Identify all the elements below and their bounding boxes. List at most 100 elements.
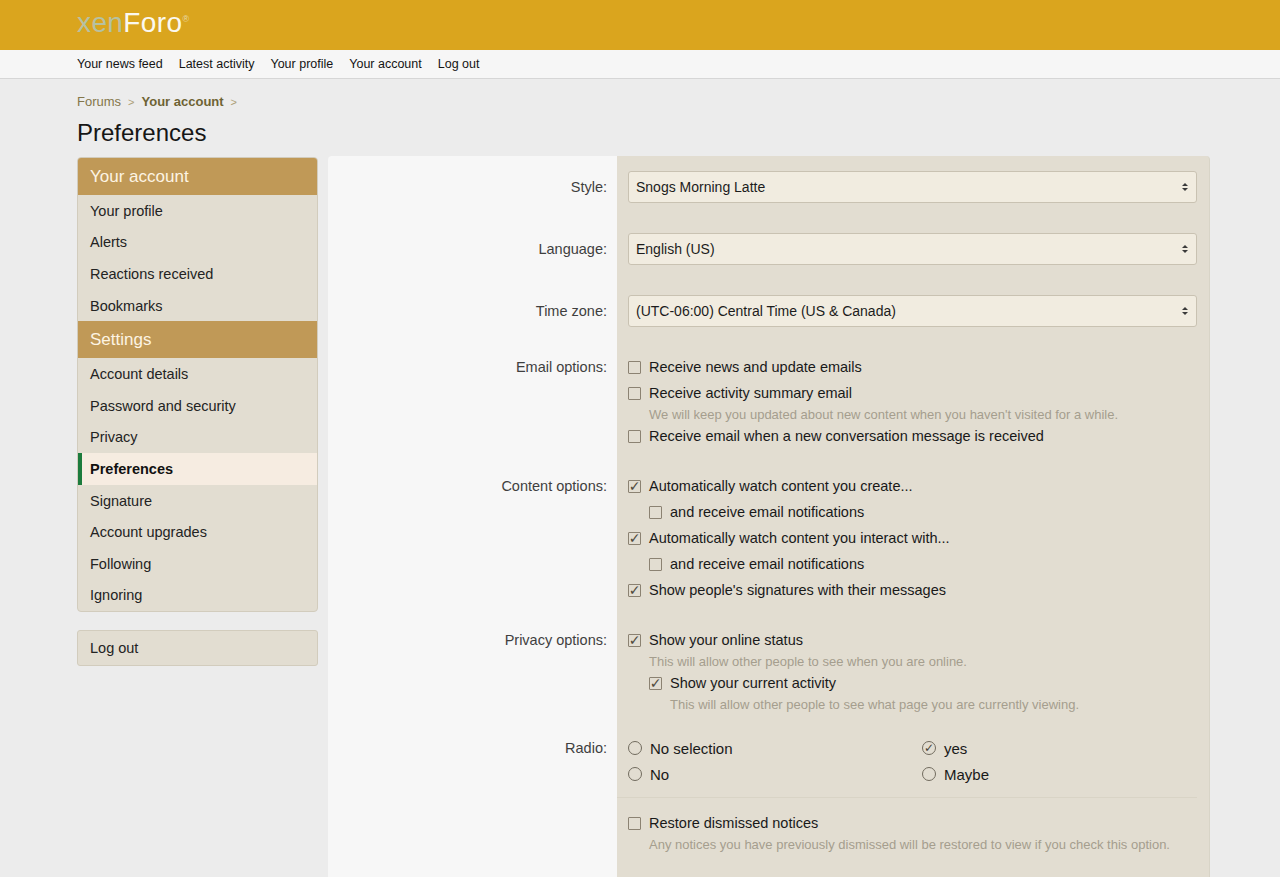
checkbox-label: Receive news and update emails (649, 359, 862, 375)
sidebar-item-password-and-security[interactable]: Password and security (78, 390, 317, 422)
sidebar-item-account-details[interactable]: Account details (78, 358, 317, 390)
field-label-privacy-options: Privacy options: (328, 615, 617, 725)
checkbox-unchecked[interactable] (628, 430, 641, 443)
breadcrumb-link-forums[interactable]: Forums (77, 94, 121, 109)
nav-item-log-out[interactable]: Log out (438, 57, 480, 71)
breadcrumb-link-your-account[interactable]: Your account (142, 94, 224, 109)
sidebar-item-ignoring[interactable]: Ignoring (78, 580, 317, 612)
field-label-email-options: Email options: (328, 342, 617, 461)
row-content: No selection No ✓ yes Maybe (617, 725, 1209, 797)
checkbox-row-and-receive-email-notifications: and receive email notifications (649, 499, 1197, 525)
checkbox-row-show-people-s-signatures-with-their-messages: ✓Show people's signatures with their mes… (628, 577, 1197, 603)
nav-item-your-news-feed[interactable]: Your news feed (77, 57, 163, 71)
form-row-content-options: Content options: ✓ Automatically watch con… (328, 461, 1209, 615)
sidebar-item-reactions-received[interactable]: Reactions received (78, 258, 317, 290)
checkbox-label: and receive email notifications (670, 556, 864, 572)
time-zone-select[interactable]: (UTC-06:00) Central Time (US & Canada) (628, 295, 1197, 327)
radio-unselected[interactable] (628, 767, 642, 781)
form-row-style: Style:Snogs Morning Latte (328, 156, 1209, 218)
sidebar-item-preferences[interactable]: Preferences (78, 453, 317, 485)
checkbox-row-restore-dismissed-notices: Restore dismissed notices (628, 810, 1197, 836)
checkbox-unchecked[interactable] (628, 817, 641, 830)
language-select[interactable]: English (US) (628, 233, 1197, 265)
sidebar-item-signature[interactable]: Signature (78, 485, 317, 517)
preferences-form-panel: Style:Snogs Morning LatteLanguage: Englis… (328, 156, 1210, 877)
row-content: Restore dismissed noticesAny notices you… (617, 798, 1209, 865)
select-arrows-icon (1182, 245, 1188, 253)
form-row-language: Language: English (US) (328, 218, 1209, 280)
row-content: (UTC-06:00) Central Time (US & Canada) (617, 280, 1209, 342)
checkbox-unchecked[interactable] (649, 506, 662, 519)
checkbox-unchecked[interactable] (649, 558, 662, 571)
checkbox-row-receive-activity-summary-email: Receive activity summary email (628, 380, 1197, 406)
radio-row-maybe: Maybe (922, 761, 989, 787)
field-label-radio: Radio: (328, 725, 617, 797)
checkbox-row-receive-email-when-a-new-conversation-message-is-received: Receive email when a new conversation me… (628, 423, 1197, 449)
arrow-down-icon (1182, 312, 1188, 315)
radio-unselected[interactable] (922, 767, 936, 781)
form-row-privacy-options: Privacy options:✓Show your online status… (328, 615, 1209, 725)
checkbox-checked[interactable]: ✓ (649, 677, 662, 690)
checkbox-label: Receive email when a new conversation me… (649, 428, 1044, 444)
field-label-content-options: Content options: (328, 461, 617, 615)
radio-label: No (650, 766, 669, 783)
radio-selected[interactable]: ✓ (922, 741, 936, 755)
arrow-up-icon (1182, 307, 1188, 310)
top-nav: Your news feed Latest activity Your profil… (0, 50, 1280, 79)
sidebar-item-alerts[interactable]: Alerts (78, 227, 317, 259)
select-arrows-icon (1182, 183, 1188, 191)
arrow-up-icon (1182, 183, 1188, 186)
form-row-radio: Radio: No selection No ✓ yes Maybe (328, 725, 1209, 797)
radio-row-no-selection: No selection (628, 735, 922, 761)
hint-text: This will allow other people to see what… (670, 696, 1197, 713)
arrow-down-icon (1182, 188, 1188, 191)
nav-item-your-profile[interactable]: Your profile (270, 57, 333, 71)
page-title: Preferences (77, 119, 206, 147)
checkbox-label: Automatically watch content you create..… (649, 478, 913, 494)
nav-item-latest-activity[interactable]: Latest activity (179, 57, 255, 71)
row-content: Snogs Morning Latte (617, 156, 1209, 218)
checkbox-label: Receive activity summary email (649, 385, 852, 401)
checkbox-label: and receive email notifications (670, 504, 864, 520)
time-zone-select-value: (UTC-06:00) Central Time (US & Canada) (636, 303, 1182, 319)
hint-text: We will keep you updated about new conte… (649, 406, 1197, 423)
form-row-row: Restore dismissed noticesAny notices you… (328, 798, 1209, 865)
checkbox-label: Restore dismissed notices (649, 815, 818, 831)
checkbox-unchecked[interactable] (628, 361, 641, 374)
checkbox-row-show-your-current-activity: ✓ Show your current activity (649, 670, 1197, 696)
checkbox-checked[interactable]: ✓ (628, 634, 641, 647)
sidebar-logout-button[interactable]: Log out (77, 630, 318, 666)
radio-column: No selection No (628, 735, 922, 787)
checkbox-row-automatically-watch-content-you-create: ✓ Automatically watch content you create.… (628, 473, 1197, 499)
language-select-value: English (US) (636, 241, 1182, 257)
sidebar-item-your-profile[interactable]: Your profile (78, 195, 317, 227)
sidebar-item-account-upgrades[interactable]: Account upgrades (78, 516, 317, 548)
breadcrumb-separator-icon: > (231, 96, 237, 108)
row-content: English (US) (617, 218, 1209, 280)
checkbox-label: Show your current activity (670, 675, 836, 691)
checkbox-checked[interactable]: ✓ (628, 584, 641, 597)
nav-item-your-account[interactable]: Your account (349, 57, 422, 71)
logo-trademark: ® (183, 14, 190, 24)
radio-label: yes (944, 740, 967, 757)
field-label-row (328, 798, 617, 865)
breadcrumb-separator-icon: > (128, 96, 134, 108)
app-header: xenForo® (0, 0, 1280, 50)
arrow-down-icon (1182, 250, 1188, 253)
sidebar-item-following[interactable]: Following (78, 548, 317, 580)
row-content: ✓Show your online statusThis will allow … (617, 615, 1209, 725)
field-label-language: Language: (328, 218, 617, 280)
style-select[interactable]: Snogs Morning Latte (628, 171, 1197, 203)
radio-unselected[interactable] (628, 741, 642, 755)
checkbox-row-and-receive-email-notifications: and receive email notifications (649, 551, 1197, 577)
sidebar-item-bookmarks[interactable]: Bookmarks (78, 290, 317, 322)
form-row-time-zone: Time zone:(UTC-06:00) Central Time (US &… (328, 280, 1209, 342)
checkbox-unchecked[interactable] (628, 387, 641, 400)
logo-foro: Foro (123, 7, 182, 38)
sidebar-item-privacy[interactable]: Privacy (78, 422, 317, 454)
xenforo-logo[interactable]: xenForo® (77, 7, 190, 39)
style-select-value: Snogs Morning Latte (636, 179, 1182, 195)
checkbox-checked[interactable]: ✓ (628, 532, 641, 545)
row-content: Receive news and update emails Receive ac… (617, 342, 1209, 461)
checkbox-checked[interactable]: ✓ (628, 480, 641, 493)
